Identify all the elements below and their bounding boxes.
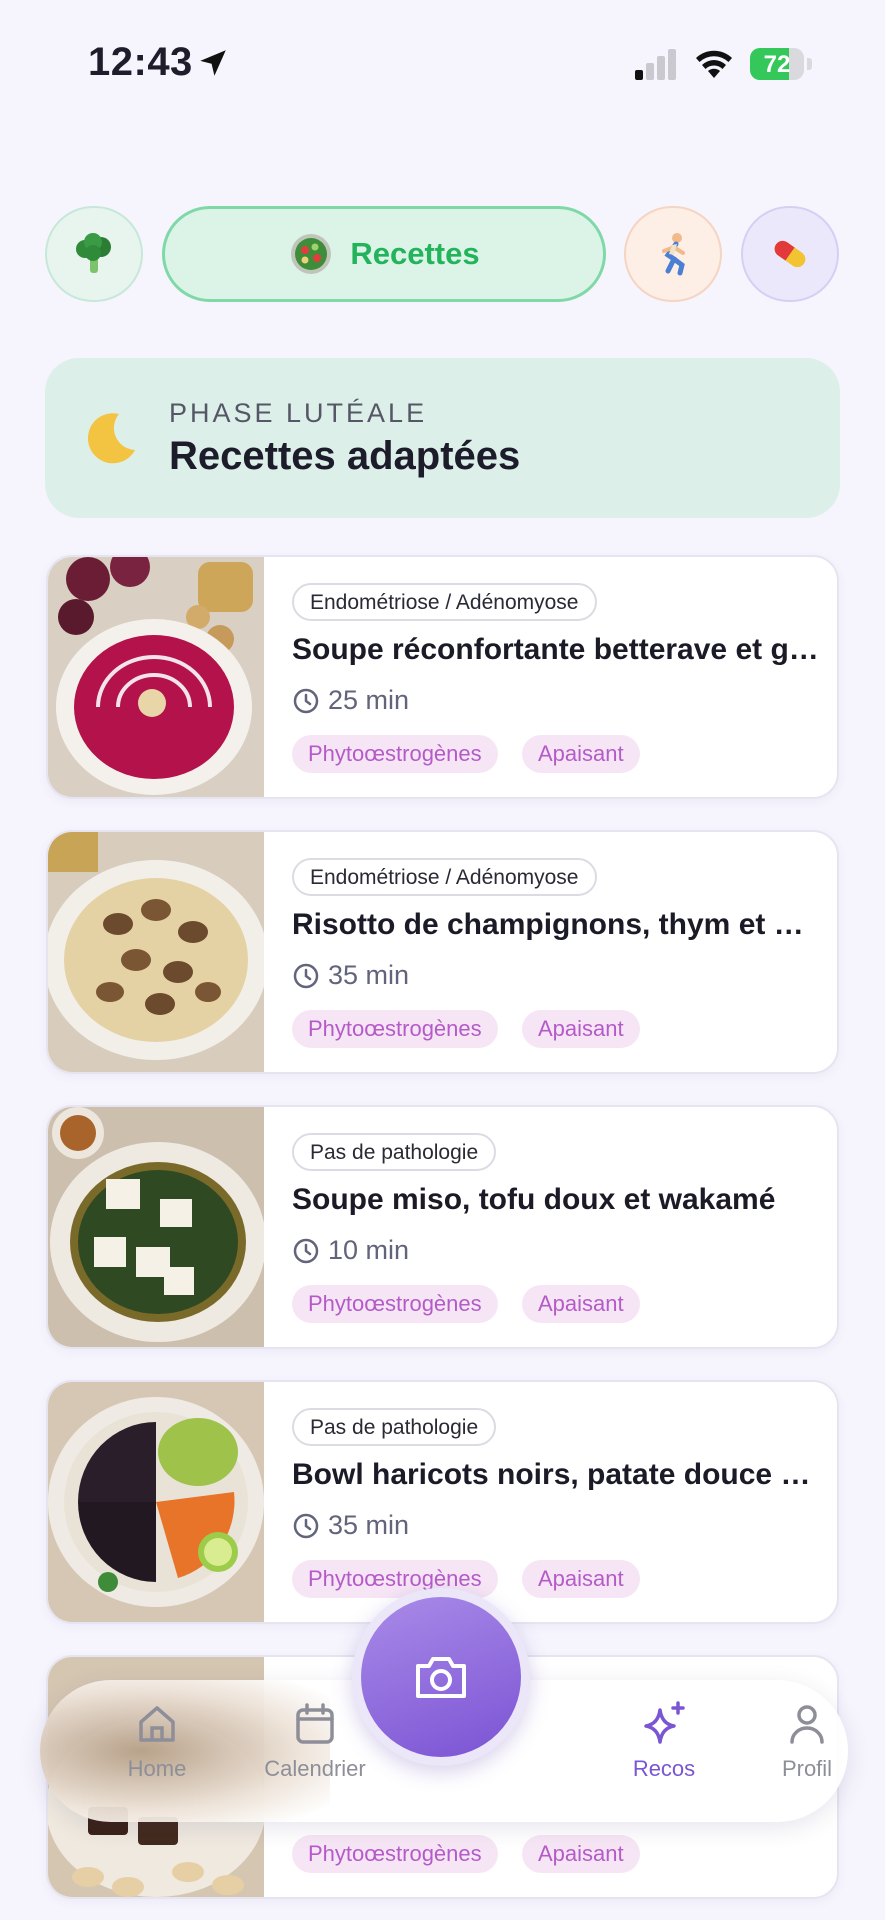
battery-level: 72 (763, 51, 791, 78)
recipe-card[interactable]: Pas de pathologie Soupe miso, tofu doux … (46, 1105, 839, 1349)
phase-banner: PHASE LUTÉALE Recettes adaptées (45, 358, 840, 518)
tab-recos-label: Recos (632, 1756, 696, 1781)
sparkles-icon (644, 1701, 685, 1744)
wifi-icon (696, 50, 732, 78)
recipe-tag: Apaisant (522, 1285, 640, 1323)
user-icon (790, 1705, 824, 1744)
calendar-icon (296, 1703, 334, 1744)
category-recipes[interactable]: Recettes (162, 206, 606, 302)
pill-icon (774, 240, 806, 268)
recipe-title: Risotto de champignons, thym et parmesan (292, 908, 822, 941)
tab-profile-label: Profil (781, 1756, 833, 1781)
status-bar: 12:43 72 (0, 0, 885, 130)
recipe-duration: 35 min (328, 1510, 410, 1540)
recipe-duration: 35 min (328, 960, 410, 990)
status-time: 12:43 (88, 40, 193, 84)
category-recipes-label: Recettes (350, 236, 480, 271)
recipe-title: Bowl haricots noirs, patate douce et avo… (292, 1458, 822, 1491)
recipe-image (48, 1107, 264, 1347)
recipe-tag: Apaisant (522, 1560, 640, 1598)
clock-icon (293, 963, 319, 989)
recipe-tag: Apaisant (522, 1835, 640, 1873)
tab-home-label: Home (127, 1756, 187, 1781)
recipe-tag: Phytoœstrogènes (292, 1010, 498, 1048)
banner-title: Recettes adaptées (169, 434, 521, 478)
recipe-image (48, 557, 264, 797)
category-vegetables[interactable] (45, 206, 143, 302)
tab-profile[interactable]: Profil (742, 1700, 872, 1804)
recipe-tag: Phytoœstrogènes (292, 1835, 498, 1873)
location-arrow-icon (200, 50, 226, 76)
recipe-image (48, 1382, 264, 1622)
recipe-pathology-badge: Endométriose / Adénomyose (292, 858, 597, 896)
recipe-pathology-badge: Endométriose / Adénomyose (292, 583, 597, 621)
recipe-pathology-badge: Pas de pathologie (292, 1133, 497, 1171)
recipe-title: Soupe miso, tofu doux et wakamé (292, 1183, 776, 1216)
clock-icon (293, 1238, 319, 1264)
recipe-card[interactable]: Endométriose / Adénomyose Risotto de cha… (46, 830, 839, 1074)
category-sport[interactable] (624, 206, 722, 302)
recipe-tag: Apaisant (522, 1010, 640, 1048)
category-supplements[interactable] (741, 206, 839, 302)
salad-icon (291, 234, 332, 274)
recipe-tag: Apaisant (522, 735, 640, 773)
camera-button[interactable] (352, 1588, 530, 1766)
broccoli-icon (76, 233, 111, 273)
runner-icon (662, 233, 685, 276)
recipe-duration: 10 min (328, 1235, 410, 1265)
battery-indicator: 72 (750, 48, 814, 80)
signal-icon (635, 49, 676, 80)
recipe-card[interactable]: Endométriose / Adénomyose Soupe réconfor… (46, 555, 839, 799)
recipe-duration: 25 min (328, 685, 410, 715)
home-icon (139, 1706, 175, 1742)
recipe-image (48, 832, 264, 1072)
tab-calendar-label: Calendrier (264, 1756, 366, 1781)
camera-icon (416, 1657, 466, 1698)
recipe-tag: Phytoœstrogènes (292, 1285, 498, 1323)
tab-recos[interactable]: Recos (599, 1700, 729, 1804)
recipe-title: Soupe réconfortante betterave et gingemb… (292, 633, 822, 666)
recipe-tag: Phytoœstrogènes (292, 735, 498, 773)
phase-name: PHASE LUTÉALE (169, 398, 428, 428)
clock-icon (293, 1513, 319, 1539)
tab-home[interactable]: Home (92, 1700, 222, 1804)
recipe-pathology-badge: Pas de pathologie (292, 1408, 497, 1446)
clock-icon (293, 688, 319, 714)
moon-icon (87, 413, 135, 464)
